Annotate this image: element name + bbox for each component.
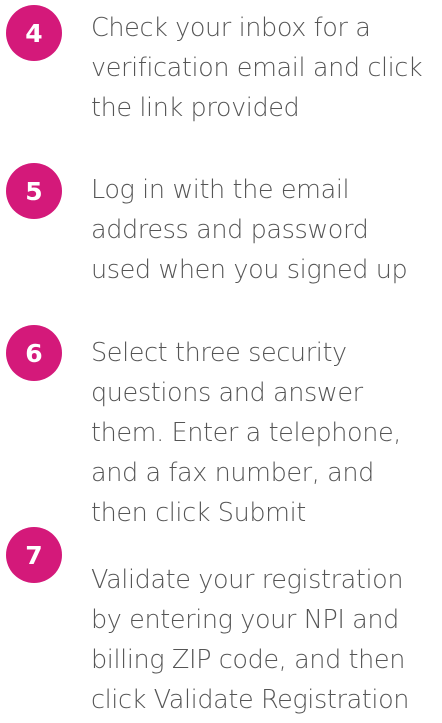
step-description-line: verification email and click bbox=[91, 53, 423, 83]
step-description-line: and a fax number, and bbox=[91, 458, 374, 488]
step-number-badge: 5 bbox=[6, 163, 62, 219]
step-description-line: them. Enter a telephone, bbox=[91, 418, 401, 448]
step-description-line: Validate your registration bbox=[91, 565, 404, 595]
step-description: Check your inbox for a verification emai… bbox=[91, 8, 441, 128]
step-description-line: click Validate Registration bbox=[91, 685, 410, 715]
step-number-badge: 6 bbox=[6, 325, 62, 381]
step-description-line: Log in with the email bbox=[91, 175, 350, 205]
step-description-line: by entering your NPI and bbox=[91, 605, 399, 635]
step-number-badge: 7 bbox=[6, 527, 62, 583]
step-description-line: the link provided bbox=[91, 93, 300, 123]
step-description: Select three security questions and answ… bbox=[91, 333, 441, 533]
step-description-line: Select three security bbox=[91, 338, 347, 368]
step-description-line: billing ZIP code, and then bbox=[91, 645, 405, 675]
step-description-line: Check your inbox for a bbox=[91, 13, 371, 43]
step-description: Log in with the email address and passwo… bbox=[91, 170, 441, 290]
step-description-line: questions and answer bbox=[91, 378, 363, 408]
step-description-line: address and password bbox=[91, 215, 369, 245]
step-description-line: then click Submit bbox=[91, 498, 306, 528]
step-description-line: used when you signed up bbox=[91, 255, 408, 285]
step-number-badge: 4 bbox=[6, 5, 62, 61]
step-description: Validate your registration by entering y… bbox=[91, 560, 441, 720]
